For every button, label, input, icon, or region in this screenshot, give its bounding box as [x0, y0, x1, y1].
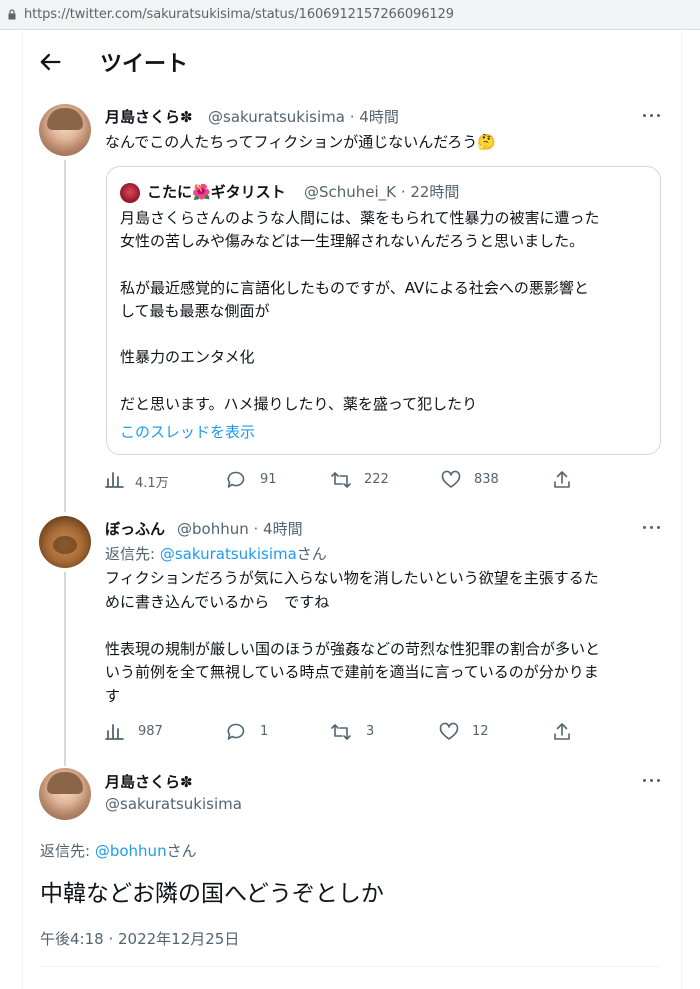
handle-text[interactable]: @sakuratsukisima	[208, 108, 345, 126]
text-line: 性表現の規制が厳しい国のほうが強姦などの苛烈な性犯罪の割合が多いと	[105, 639, 601, 658]
author-handle[interactable]: @sakuratsukisima	[105, 795, 242, 813]
back-arrow-icon[interactable]	[36, 48, 64, 76]
reply-label: 返信先:	[105, 545, 156, 563]
heart-icon	[441, 470, 461, 488]
quote-avatar	[120, 183, 140, 203]
author-name[interactable]: ぼっふん	[105, 518, 165, 539]
browser-url-bar[interactable]: https://twitter.com/sakuratsukisima/stat…	[0, 0, 700, 30]
text-line	[120, 323, 655, 346]
reply-icon	[227, 723, 245, 740]
text-line	[120, 253, 655, 276]
more-options-icon[interactable]	[642, 106, 662, 126]
avatar[interactable]	[39, 104, 91, 156]
avatar[interactable]	[39, 516, 91, 568]
reply-suffix: さん	[166, 842, 197, 860]
tweet-text: フィクションだろうが気に入らない物を消したいという欲望を主張するた めに書き込んで…	[105, 567, 665, 708]
retweet-icon	[331, 472, 351, 488]
text-line: フィクションだろうが気に入らない物を消したいという欲望を主張するた	[105, 569, 599, 587]
quoted-tweet-card[interactable]: こたに🌺ギタリスト @Schuhei_K · 22時間 月島さくらさんのような人…	[106, 166, 661, 455]
reply-handle-link[interactable]: @sakuratsukisima	[160, 545, 297, 563]
author-name[interactable]: 月島さくら✽	[105, 106, 193, 127]
quote-author-handle: @Schuhei_K · 22時間	[304, 181, 459, 202]
text-line: いう前例を全て無視している時点で建前を適当に言っているのが分かりま	[105, 663, 599, 681]
text-line	[120, 369, 655, 392]
quote-author-name: こたに🌺ギタリスト	[147, 183, 286, 201]
text-line: 性暴力のエンタメ化	[120, 348, 255, 367]
text-line	[105, 614, 665, 638]
views-icon	[105, 724, 124, 740]
views-count: 4.1万	[135, 476, 169, 491]
reply-suffix: さん	[296, 545, 327, 563]
share-icon	[554, 723, 570, 740]
reply-icon	[227, 471, 245, 488]
page-title: ツイート	[100, 52, 189, 77]
tweet-time[interactable]: · 4時間	[350, 108, 399, 126]
reply-label: 返信先:	[40, 842, 91, 860]
text-line: 女性の苦しみや傷みなどは一生理解されないんだろうと思いました。	[120, 232, 585, 251]
views-icon	[105, 472, 124, 488]
share-icon	[554, 471, 570, 488]
tweet-timestamp[interactable]: 午後4:18 · 2022年12月25日	[40, 928, 239, 949]
main-tweet-text: 中韓などお隣の国へどうぞとしか	[40, 881, 384, 907]
more-options-icon[interactable]	[642, 518, 662, 538]
author-handle[interactable]: @sakuratsukisima · 4時間	[208, 106, 399, 127]
tweet-time[interactable]: · 4時間	[254, 520, 303, 538]
text-line: して最も最悪な側面が	[120, 301, 270, 320]
divider	[40, 966, 660, 967]
retweet-count: 222	[364, 472, 389, 487]
text-line: す	[105, 686, 121, 705]
text-line: 私が最近感覚的に言語化したものですが、AVによる社会への悪影響と	[120, 278, 589, 297]
reply-handle-link[interactable]: @bohhun	[95, 842, 167, 860]
quote-text: 月島さくらさんのような人間には、薬をもられて性暴力の被害に遭った 女性の苦しみや傷…	[120, 207, 655, 416]
replying-to: 返信先: @bohhunさん	[40, 840, 197, 861]
like-count: 838	[474, 472, 499, 487]
url-text[interactable]: https://twitter.com/sakuratsukisima/stat…	[24, 7, 454, 22]
thread-line	[64, 572, 66, 766]
more-options-icon[interactable]	[642, 771, 662, 791]
text-line: だと思います。ハメ撮りしたり、薬を盛って犯したり	[120, 394, 478, 413]
lock-icon	[8, 9, 16, 20]
show-thread-link[interactable]: このスレッドを表示	[120, 421, 255, 442]
tweet-text: なんでこの人たちってフィクションが通じないんだろう🤔	[105, 133, 496, 151]
heart-icon	[439, 722, 459, 740]
retweet-count: 3	[366, 724, 375, 739]
like-count: 12	[472, 724, 489, 739]
quote-handle-text: @Schuhei_K	[304, 183, 397, 201]
retweet-icon	[331, 724, 351, 740]
thread-line	[64, 160, 66, 512]
reply-count: 1	[260, 724, 269, 739]
author-handle[interactable]: @bohhun · 4時間	[177, 518, 303, 539]
replying-to: 返信先: @sakuratsukisimaさん	[105, 543, 327, 564]
quote-time: · 22時間	[400, 183, 460, 201]
text-line: めに書き込んでいるから ですね	[105, 592, 330, 611]
reply-count: 91	[260, 472, 277, 487]
views-count: 987	[138, 724, 163, 739]
page-header: ツイート	[22, 30, 682, 94]
handle-text[interactable]: @bohhun	[177, 520, 249, 538]
author-name[interactable]: 月島さくら✽	[105, 771, 193, 792]
text-line: 月島さくらさんのような人間には、薬をもられて性暴力の被害に遭った	[120, 209, 600, 227]
avatar[interactable]	[39, 768, 91, 820]
